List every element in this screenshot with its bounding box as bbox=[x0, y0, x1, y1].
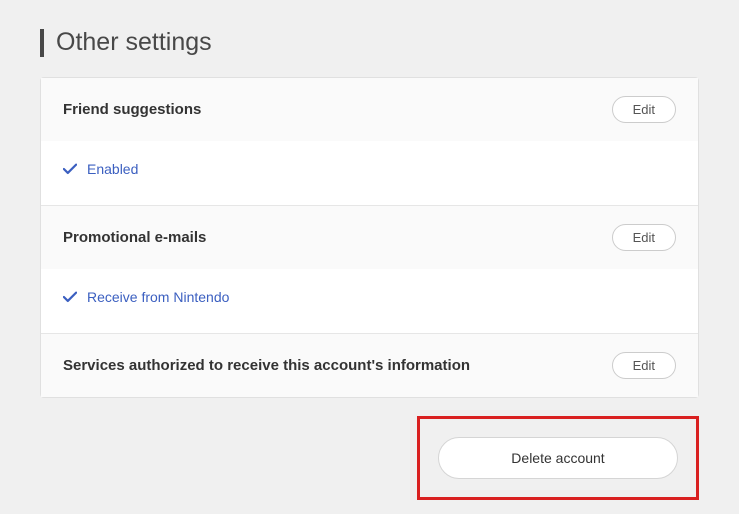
section-authorized-services: Services authorized to receive this acco… bbox=[41, 334, 698, 397]
settings-card: Friend suggestions Edit Enabled Promotio… bbox=[40, 77, 699, 398]
section-title-promo-emails: Promotional e-mails bbox=[63, 229, 206, 246]
section-header-friend-suggestions: Friend suggestions Edit bbox=[41, 78, 698, 141]
delete-account-wrapper: Delete account bbox=[40, 416, 699, 500]
status-text-promo-emails: Receive from Nintendo bbox=[87, 289, 229, 305]
edit-button-friend-suggestions[interactable]: Edit bbox=[612, 96, 676, 123]
status-row-promo-emails: Receive from Nintendo bbox=[63, 289, 676, 305]
status-text-friend-suggestions: Enabled bbox=[87, 161, 138, 177]
check-icon bbox=[63, 162, 77, 176]
delete-account-highlight: Delete account bbox=[417, 416, 699, 500]
section-friend-suggestions: Friend suggestions Edit Enabled bbox=[41, 78, 698, 206]
settings-page: Other settings Friend suggestions Edit E… bbox=[0, 0, 739, 500]
section-header-authorized-services: Services authorized to receive this acco… bbox=[41, 334, 698, 397]
section-title-authorized-services: Services authorized to receive this acco… bbox=[63, 357, 470, 374]
title-accent-bar bbox=[40, 29, 44, 57]
section-promo-emails: Promotional e-mails Edit Receive from Ni… bbox=[41, 206, 698, 334]
page-title: Other settings bbox=[56, 28, 212, 57]
edit-button-promo-emails[interactable]: Edit bbox=[612, 224, 676, 251]
check-icon bbox=[63, 290, 77, 304]
section-title-friend-suggestions: Friend suggestions bbox=[63, 101, 201, 118]
section-header-promo-emails: Promotional e-mails Edit bbox=[41, 206, 698, 269]
delete-account-button[interactable]: Delete account bbox=[438, 437, 678, 479]
section-body-promo-emails: Receive from Nintendo bbox=[41, 269, 698, 333]
status-row-friend-suggestions: Enabled bbox=[63, 161, 676, 177]
edit-button-authorized-services[interactable]: Edit bbox=[612, 352, 676, 379]
page-title-wrapper: Other settings bbox=[40, 28, 699, 57]
section-body-friend-suggestions: Enabled bbox=[41, 141, 698, 205]
